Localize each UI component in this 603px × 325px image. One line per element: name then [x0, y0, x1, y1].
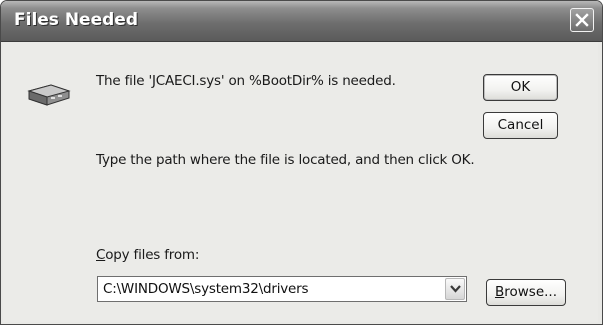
- browse-label-rest: rowse...: [504, 284, 558, 300]
- browse-button[interactable]: Browse...: [486, 279, 566, 306]
- browse-mnemonic: B: [494, 284, 505, 300]
- missing-file-message: The file 'JCAECI.sys' on %BootDir% is ne…: [96, 73, 396, 89]
- hard-disk-icon: [27, 84, 71, 106]
- close-icon: [575, 13, 589, 27]
- ok-button[interactable]: OK: [483, 74, 558, 101]
- close-button[interactable]: [570, 8, 594, 32]
- copy-label-mnemonic: C: [96, 247, 106, 263]
- copy-path-value[interactable]: C:\WINDOWS\system32\drivers: [103, 281, 309, 297]
- instruction-text: Type the path where the file is located,…: [96, 152, 475, 168]
- copy-label-rest: opy files from:: [105, 247, 200, 263]
- chevron-down-icon: [450, 285, 461, 293]
- cancel-button[interactable]: Cancel: [483, 112, 558, 139]
- copy-files-from-combobox[interactable]: C:\WINDOWS\system32\drivers: [97, 276, 467, 302]
- dialog-body: The file 'JCAECI.sys' on %BootDir% is ne…: [3, 42, 598, 322]
- copy-files-from-label: Copy files from:: [96, 247, 199, 263]
- window-title: Files Needed: [14, 10, 138, 30]
- title-bar[interactable]: Files Needed: [1, 1, 602, 42]
- dropdown-button[interactable]: [445, 278, 465, 300]
- files-needed-dialog: Files Needed The file 'JCAECI.sys' on %B…: [0, 0, 603, 325]
